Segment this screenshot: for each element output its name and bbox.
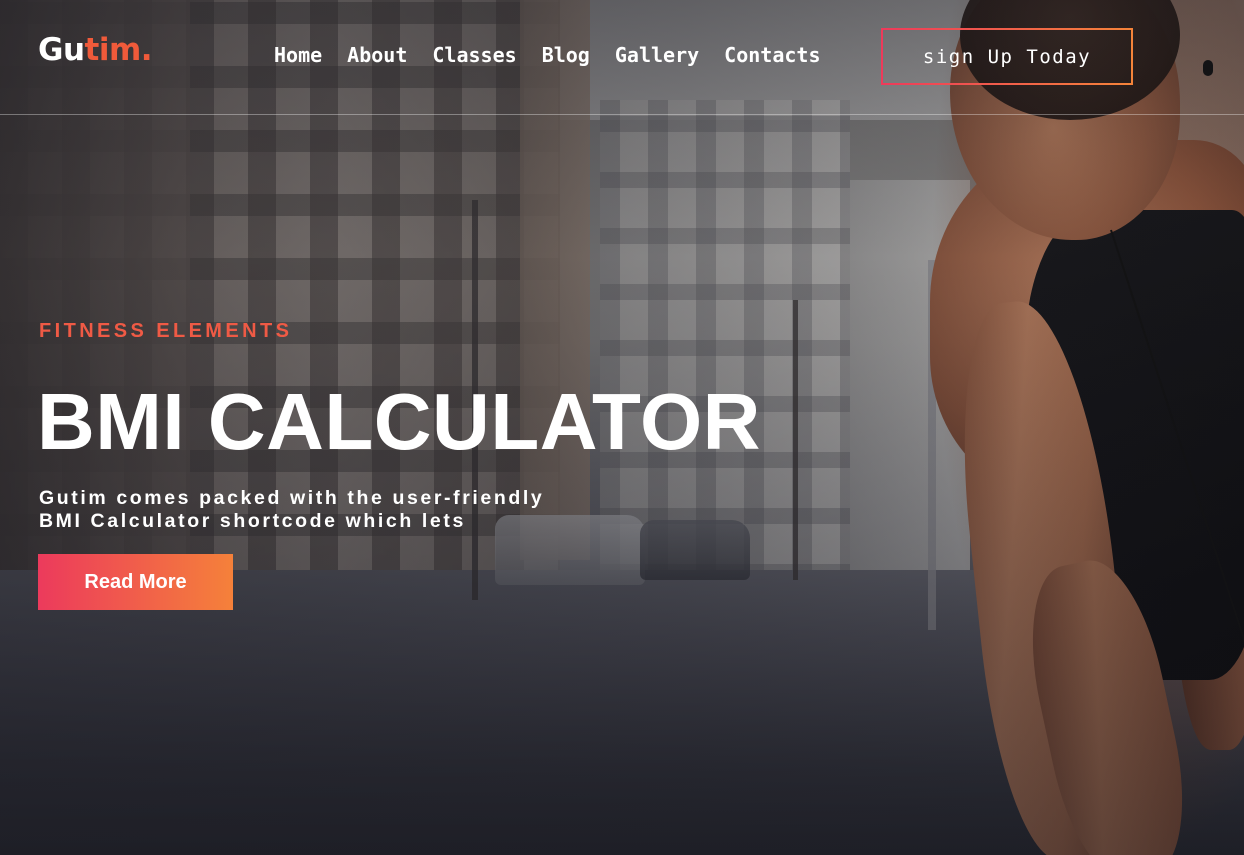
landing-page: Gutim. Home About Classes Blog Gallery C… [0,0,1244,855]
hero-description-line: BMI Calculator shortcode which lets [39,510,466,532]
brand-logo[interactable]: Gutim. [38,30,153,70]
nav-item-contacts[interactable]: Contacts [724,40,820,70]
nav-item-about[interactable]: About [347,40,407,70]
hero-description: Gutim comes packed with the user-friendl… [39,487,659,533]
sign-up-button[interactable]: sign Up Today [881,28,1133,85]
read-more-button[interactable]: Read More [38,554,233,610]
hero-eyebrow: FITNESS ELEMENTS [39,320,293,342]
hero-title: BMI CALCULATOR [37,377,761,466]
nav-item-blog[interactable]: Blog [542,40,590,70]
main-navigation: Home About Classes Blog Gallery Contacts [274,40,820,70]
nav-item-gallery[interactable]: Gallery [615,40,699,70]
nav-item-home[interactable]: Home [274,40,322,70]
nav-item-classes[interactable]: Classes [432,40,516,70]
hero-description-line: Gutim comes packed with the user-friendl… [39,487,545,509]
logo-text-primary: Gu [38,32,85,68]
site-header: Gutim. Home About Classes Blog Gallery C… [0,0,1244,115]
logo-text-accent: tim. [84,32,153,68]
